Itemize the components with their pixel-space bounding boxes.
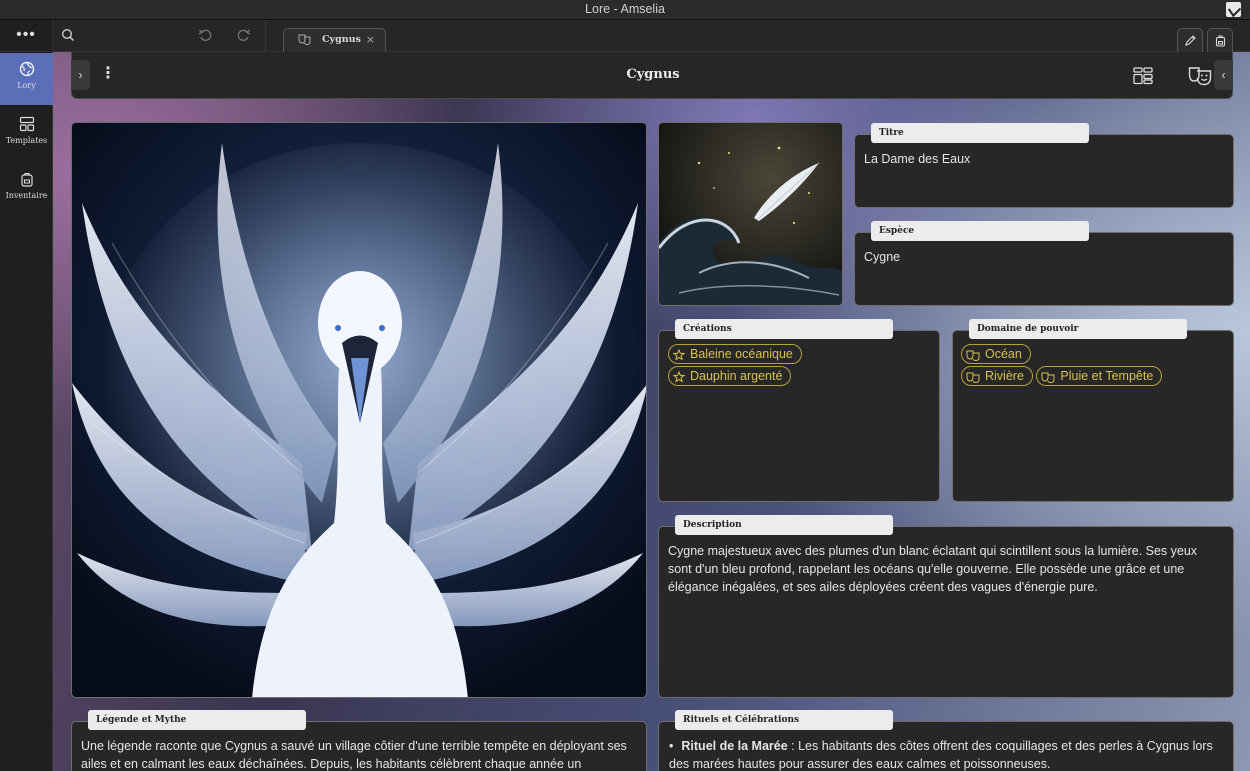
view-header: › ⋮ Cygnus ‹ <box>71 52 1233 99</box>
tag-domain[interactable]: Pluie et Tempête <box>1036 366 1163 386</box>
field-label: Titre <box>871 123 1089 143</box>
field-espece[interactable]: Espèce Cygne <box>854 221 1234 306</box>
tag-label: Océan <box>985 347 1022 361</box>
redo-icon[interactable] <box>236 28 251 42</box>
field-label: Légende et Mythe <box>88 710 306 730</box>
swan-illustration <box>72 123 646 697</box>
masks-icon <box>966 350 980 362</box>
rail-item-lory[interactable]: Lory <box>0 53 53 105</box>
field-label: Description <box>675 515 893 535</box>
rail-item-templates[interactable]: Templates <box>0 108 53 160</box>
field-creations[interactable]: Créations Baleine océanique Dauphin arge… <box>658 319 940 502</box>
tag-domain[interactable]: Océan <box>961 344 1031 364</box>
note-view: › ⋮ Cygnus ‹ Titre La Dame des Eaux Espè… <box>53 52 1250 771</box>
masks-icon[interactable] <box>1188 66 1212 86</box>
toolbar-divider <box>265 20 266 52</box>
list-item[interactable]: Rituel de la Marée : Les habitants des c… <box>668 737 1224 771</box>
page-title: Cygnus <box>626 67 680 82</box>
globe-icon <box>19 61 34 77</box>
tag-label: Baleine océanique <box>690 347 793 361</box>
masks-icon <box>966 372 980 384</box>
tab-label: Cygnus <box>322 34 361 45</box>
left-ribbon: ••• Lory Templates Inventaire <box>0 20 53 771</box>
more-menu-icon[interactable]: ••• <box>0 20 52 52</box>
inventory-button[interactable] <box>1207 28 1233 52</box>
tag-creation[interactable]: Baleine océanique <box>668 344 802 364</box>
tag-label: Rivière <box>985 369 1024 383</box>
ritual-title: Rituel de la Marée <box>681 739 788 753</box>
ritual-list: Rituel de la Marée : Les habitants des c… <box>668 737 1224 771</box>
field-domaine[interactable]: Domaine de pouvoir Océan Rivière Pluie e… <box>952 319 1234 502</box>
wave-feather-illustration <box>659 123 842 305</box>
pen-button[interactable] <box>1177 28 1203 52</box>
main-image <box>71 122 647 698</box>
backpack-icon <box>1215 35 1226 47</box>
tab-bar: Cygnus × <box>53 20 1250 52</box>
tag-creation[interactable]: Dauphin argenté <box>668 366 792 386</box>
field-label: Créations <box>675 319 893 339</box>
layout-grid-icon <box>19 116 34 132</box>
rail-item-label: Inventaire <box>5 191 48 200</box>
tab-cygnus[interactable]: Cygnus × <box>283 28 386 52</box>
backpack-icon <box>20 172 33 187</box>
search-icon[interactable] <box>61 28 75 42</box>
layout-grid-icon[interactable] <box>1133 67 1153 85</box>
field-titre[interactable]: Titre La Dame des Eaux <box>854 123 1234 208</box>
star-person-icon <box>672 370 686 383</box>
collapse-panel-button[interactable]: ‹ <box>1214 60 1233 90</box>
field-rituels[interactable]: Rituels et Célébrations Rituel de la Mar… <box>658 710 1234 771</box>
pen-icon <box>1185 35 1196 46</box>
field-label: Rituels et Célébrations <box>675 710 893 730</box>
field-value[interactable]: Cygne majestueux avec des plumes d'un bl… <box>659 527 1233 596</box>
tag-label: Pluie et Tempête <box>1060 369 1154 383</box>
masks-icon <box>298 34 311 45</box>
star-person-icon <box>672 348 686 361</box>
field-label: Domaine de pouvoir <box>969 319 1187 339</box>
masks-icon <box>1041 372 1055 384</box>
window-title: Lore - Amselia <box>585 2 665 16</box>
rail-item-inventaire[interactable]: Inventaire <box>0 163 53 215</box>
rail-item-label: Templates <box>5 136 48 145</box>
undo-icon[interactable] <box>198 28 213 42</box>
tag-domain[interactable]: Rivière <box>961 366 1033 386</box>
secondary-image <box>658 122 843 306</box>
field-description[interactable]: Description Cygne majestueux avec des pl… <box>658 515 1234 698</box>
checkbox-app-icon[interactable] <box>1226 2 1241 17</box>
rail-item-label: Lory <box>17 81 36 90</box>
close-icon[interactable]: × <box>366 29 375 51</box>
field-label: Espèce <box>871 221 1089 241</box>
field-legende[interactable]: Légende et Mythe Une légende raconte que… <box>71 710 647 771</box>
window-title-bar: Lore - Amselia <box>0 0 1250 20</box>
tag-label: Dauphin argenté <box>690 369 783 383</box>
